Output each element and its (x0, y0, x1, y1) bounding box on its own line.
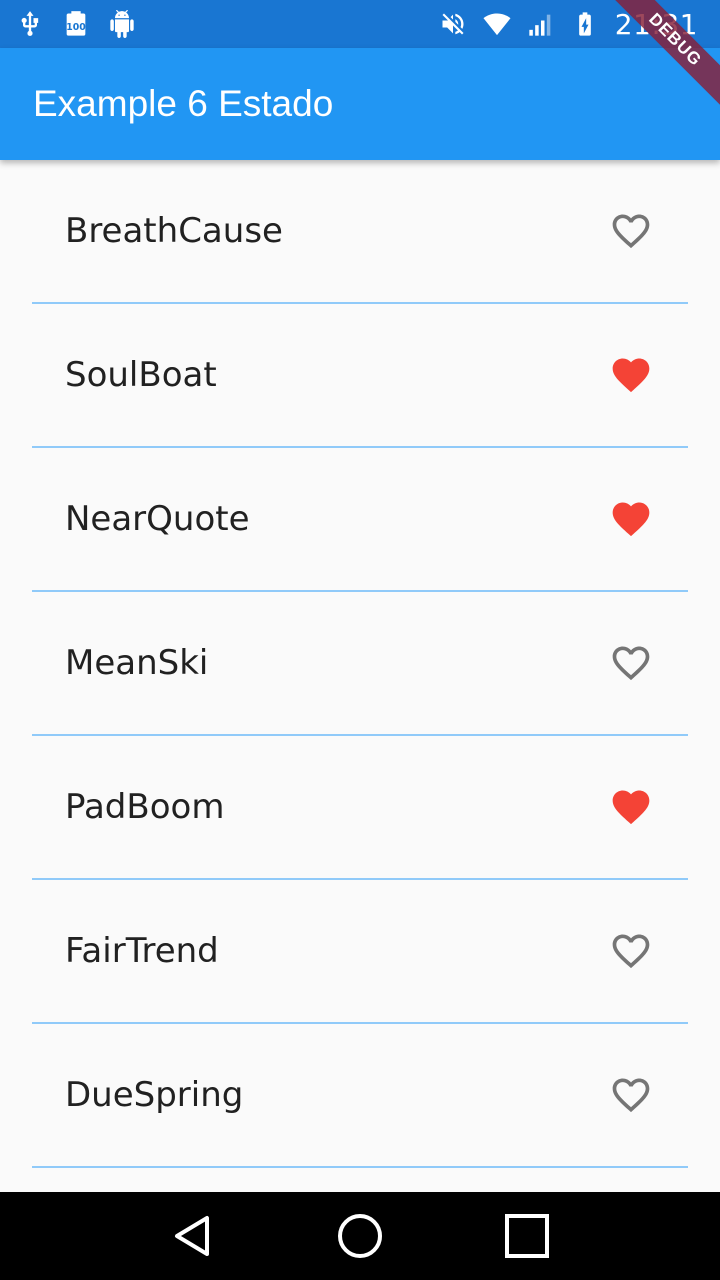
battery-charging-icon (571, 10, 599, 38)
favorite-filled-icon[interactable] (609, 497, 653, 541)
list-item-label: PadBoom (65, 787, 225, 827)
favorite-filled-icon[interactable] (609, 785, 653, 829)
list-item[interactable]: DueSpring (32, 1024, 688, 1168)
mute-icon (439, 10, 467, 38)
favorite-border-icon[interactable] (609, 209, 653, 253)
list-item-label: FairTrend (65, 931, 219, 971)
favorite-filled-icon[interactable] (609, 353, 653, 397)
status-time: 21:31 (614, 7, 698, 41)
list-item-label: BreathCause (65, 211, 283, 251)
list-item-label: MeanSki (65, 643, 209, 683)
favorite-border-icon[interactable] (609, 641, 653, 685)
battery-100-notification-icon: 100 (62, 10, 90, 38)
status-left-icons: 100 (16, 10, 136, 38)
list-item-label: SoulBoat (65, 355, 217, 395)
status-bar: 100 21:31 (0, 0, 720, 48)
svg-text:100: 100 (66, 22, 86, 33)
list-item[interactable]: MeanSki (32, 592, 688, 736)
list-item[interactable]: FairTrend (32, 880, 688, 1024)
status-right-icons: 21:31 (439, 8, 704, 41)
app-bar: Example 6 Estado (0, 48, 720, 160)
list-item[interactable]: PadBoom (32, 736, 688, 880)
list-item[interactable]: SoulBoat (32, 304, 688, 448)
wifi-icon (483, 10, 511, 38)
list-item-label: DueSpring (65, 1075, 244, 1115)
list-item[interactable]: NearQuote (32, 448, 688, 592)
signal-icon (527, 10, 555, 38)
navigation-bar (0, 1192, 720, 1280)
home-icon[interactable] (330, 1206, 390, 1266)
list-item[interactable] (32, 1168, 688, 1192)
app-title: Example 6 Estado (33, 83, 334, 124)
recents-icon[interactable] (497, 1206, 557, 1266)
word-list[interactable]: BreathCause SoulBoat NearQuote MeanSki PadBo… (0, 160, 720, 1192)
favorite-border-icon[interactable] (609, 1073, 653, 1117)
usb-icon (16, 10, 44, 38)
android-debug-icon (108, 10, 136, 38)
list-item-label: NearQuote (65, 499, 250, 539)
favorite-border-icon[interactable] (609, 929, 653, 973)
list-item[interactable]: BreathCause (32, 160, 688, 304)
back-icon[interactable] (163, 1206, 223, 1266)
